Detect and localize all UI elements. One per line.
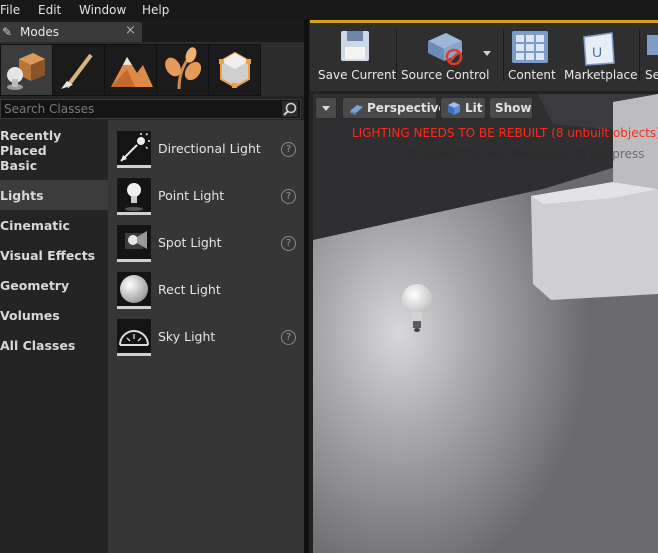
foliage-mode-icon xyxy=(165,47,202,90)
category-basic[interactable]: Basic xyxy=(0,150,108,180)
category-label: All Classes xyxy=(0,338,76,353)
close-icon[interactable]: × xyxy=(125,23,136,38)
modes-panel: Search Classes Recently Placed Basic Lig… xyxy=(0,42,304,553)
list-item-point-light[interactable]: Point Light ? xyxy=(108,175,304,222)
svg-text:U: U xyxy=(592,44,602,60)
category-label: Basic xyxy=(0,158,38,173)
category-all-classes[interactable]: All Classes xyxy=(0,330,108,360)
category-geometry[interactable]: Geometry xyxy=(0,270,108,300)
viewport-scene xyxy=(313,94,658,553)
category-volumes[interactable]: Volumes xyxy=(0,300,108,330)
help-icon[interactable]: ? xyxy=(281,142,296,157)
landscape-mode-button[interactable] xyxy=(104,44,157,96)
paint-mode-icon xyxy=(61,53,93,89)
item-label: Spot Light xyxy=(158,235,222,250)
search-icon[interactable] xyxy=(282,101,298,117)
list-item-directional-light[interactable]: Directional Light ? xyxy=(108,128,304,175)
category-recently-placed[interactable]: Recently Placed xyxy=(0,120,108,158)
sky-light-icon xyxy=(117,319,151,356)
lit-label: Lit xyxy=(465,101,483,115)
source-control-label: Source Control xyxy=(401,68,490,82)
item-label: Directional Light xyxy=(158,141,261,156)
foliage-mode-button[interactable] xyxy=(156,44,209,96)
place-mode-button[interactable] xyxy=(0,44,53,96)
level-editor-area: Save Current Source Control Content U Ma… xyxy=(309,20,658,553)
point-light-icon xyxy=(117,178,151,215)
search-classes-input[interactable]: Search Classes xyxy=(0,99,301,119)
menu-file[interactable]: File xyxy=(0,3,20,17)
category-label: Geometry xyxy=(0,278,70,293)
class-item-list: Directional Light ? Point Light ? Spot L… xyxy=(108,120,304,553)
help-icon[interactable]: ? xyxy=(281,236,296,251)
category-label: Lights xyxy=(0,188,44,203)
search-placeholder: Search Classes xyxy=(4,102,95,116)
geometry-mode-icon xyxy=(219,51,251,89)
spot-light-icon xyxy=(117,225,151,262)
item-label: Sky Light xyxy=(158,329,216,344)
geometry-mode-button[interactable] xyxy=(208,44,261,96)
list-item-sky-light[interactable]: Sky Light ? xyxy=(108,316,304,363)
perspective-label: Perspective xyxy=(367,101,447,115)
menu-window[interactable]: Window xyxy=(79,3,126,17)
modes-tab-icon: ✎ xyxy=(2,25,13,39)
settings-label: Se xyxy=(645,68,658,82)
help-icon[interactable]: ? xyxy=(281,189,296,204)
perspective-button[interactable]: Perspective xyxy=(342,97,447,119)
main-toolbar: Save Current Source Control Content U Ma… xyxy=(310,20,658,91)
settings-icon xyxy=(647,35,658,55)
toolbar-separator xyxy=(503,29,504,81)
show-button[interactable]: Show xyxy=(489,97,533,119)
marketplace-label: Marketplace xyxy=(564,68,638,82)
category-list: Recently Placed Basic Lights Cinematic V… xyxy=(0,120,108,553)
item-label: Rect Light xyxy=(158,282,221,297)
category-visual-effects[interactable]: Visual Effects xyxy=(0,240,108,270)
menu-edit[interactable]: Edit xyxy=(38,3,61,17)
toolbar-separator xyxy=(639,29,640,81)
category-lights[interactable]: Lights xyxy=(0,180,108,210)
mode-toolbar xyxy=(0,42,304,96)
category-label: Cinematic xyxy=(0,218,70,233)
suppress-hint: 'DisableAllScreenMessages' to suppress xyxy=(405,147,645,161)
menu-bar: File Edit Window Help xyxy=(0,0,658,20)
rect-light-icon xyxy=(117,272,151,309)
save-current-button[interactable]: Save Current xyxy=(316,27,396,85)
lit-view-mode-button[interactable]: Lit xyxy=(440,97,486,119)
modes-tab[interactable]: ✎ Modes × xyxy=(0,22,142,42)
settings-button[interactable]: Se xyxy=(641,27,658,85)
marketplace-button[interactable]: U Marketplace xyxy=(562,27,638,85)
help-icon[interactable]: ? xyxy=(281,330,296,345)
menu-help[interactable]: Help xyxy=(142,3,169,17)
landscape-mode-icon xyxy=(111,57,153,87)
paint-mode-button[interactable] xyxy=(52,44,105,96)
viewport-options-button[interactable] xyxy=(315,97,337,119)
source-control-button[interactable]: Source Control xyxy=(398,27,498,85)
show-label: Show xyxy=(495,101,532,115)
content-button[interactable]: Content xyxy=(506,27,556,85)
place-mode-icon xyxy=(7,53,45,90)
lit-cube-icon xyxy=(448,102,460,115)
list-item-rect-light[interactable]: Rect Light xyxy=(108,269,304,316)
category-label: Volumes xyxy=(0,308,60,323)
save-icon xyxy=(341,31,369,61)
save-current-label: Save Current xyxy=(318,68,397,82)
marketplace-bag-icon: U xyxy=(583,32,615,66)
source-control-icon xyxy=(428,33,491,66)
chevron-down-icon xyxy=(322,106,330,111)
category-label: Visual Effects xyxy=(0,248,96,263)
level-viewport[interactable]: Perspective Lit Show LIGHTING NEEDS TO B… xyxy=(313,94,658,553)
category-cinematic[interactable]: Cinematic xyxy=(0,210,108,240)
perspective-icon xyxy=(350,105,363,115)
content-label: Content xyxy=(508,68,556,82)
directional-light-icon xyxy=(117,131,151,168)
list-item-spot-light[interactable]: Spot Light ? xyxy=(108,222,304,269)
content-browser-icon xyxy=(512,31,548,63)
lighting-rebuild-warning: LIGHTING NEEDS TO BE REBUILT (8 unbuilt … xyxy=(352,126,658,140)
toolbar-separator xyxy=(396,29,397,81)
modes-tab-title: Modes xyxy=(20,25,59,39)
item-label: Point Light xyxy=(158,188,225,203)
